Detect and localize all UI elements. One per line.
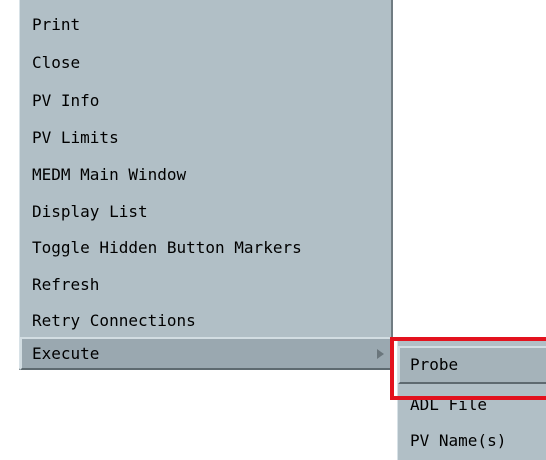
menu-item-refresh[interactable]: Refresh [20, 266, 392, 303]
menu-item-label: Retry Connections [32, 311, 196, 330]
menu-item-label: Close [32, 53, 81, 72]
menu-item-label: MEDM Main Window [32, 165, 187, 184]
menu-item-label: Display List [32, 202, 148, 221]
submenu-item-pv-names[interactable]: PV Name(s) [398, 422, 546, 460]
menu-item-label: Refresh [32, 275, 100, 294]
menu-item-print[interactable]: Print [20, 6, 392, 43]
menu-item-pv-limits[interactable]: PV Limits [20, 119, 392, 156]
submenu-item-label: Probe [410, 355, 459, 374]
menu-item-label: PV Info [32, 91, 100, 110]
menu-item-label: Toggle Hidden Button Markers [32, 238, 302, 257]
menu-item-execute[interactable]: Execute [20, 337, 392, 370]
menu-item-close[interactable]: Close [20, 44, 392, 81]
menu-item-retry-connections[interactable]: Retry Connections [20, 302, 392, 339]
menu-item-pv-info[interactable]: PV Info [20, 82, 392, 119]
submenu-item-label: ADL File [410, 395, 488, 414]
menu-item-display-list[interactable]: Display List [20, 193, 392, 230]
submenu-arrow-icon [377, 348, 384, 359]
menu-item-medm-main-window[interactable]: MEDM Main Window [20, 156, 392, 193]
menu-item-toggle-hidden-button-markers[interactable]: Toggle Hidden Button Markers [20, 229, 392, 266]
menu-item-label: PV Limits [32, 128, 119, 147]
menu-item-label: Execute [32, 344, 100, 363]
submenu-item-label: PV Name(s) [410, 431, 507, 450]
execute-submenu: Probe ADL File PV Name(s) [397, 340, 546, 460]
submenu-item-probe[interactable]: Probe [398, 346, 546, 384]
menu-item-label: Print [32, 15, 81, 34]
context-menu: Print Close PV Info PV Limits MEDM Main … [19, 0, 393, 370]
submenu-item-adl-file[interactable]: ADL File [398, 386, 546, 424]
